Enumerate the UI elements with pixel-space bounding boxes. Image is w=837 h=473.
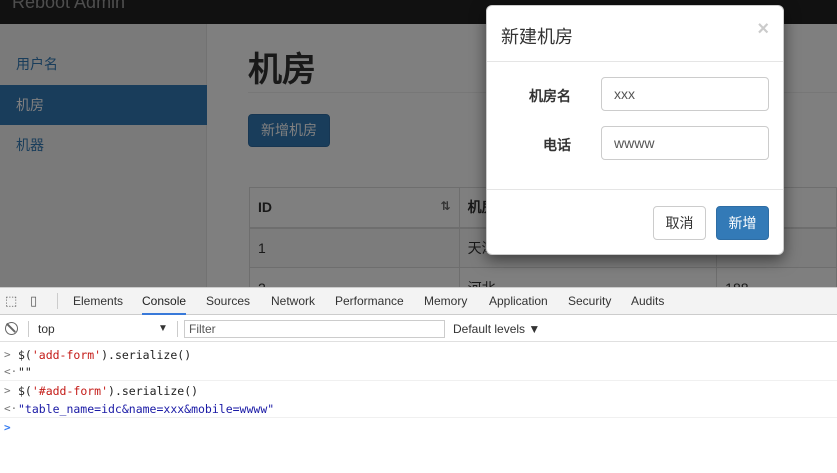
close-icon[interactable]: × [757,19,769,39]
code-suffix: ).serialize() [101,348,192,362]
code-string: '#add-form' [31,384,109,398]
modal-header: 新建机房 × [487,6,783,62]
tab-memory[interactable]: Memory [424,288,467,315]
cancel-button[interactable]: 取消 [653,206,706,240]
code-prefix: $( [18,348,32,362]
toolbar-divider [177,321,178,337]
output-arrow-icon: <· [4,402,18,415]
modal-title: 新建机房 [501,27,573,47]
phone-input[interactable] [601,126,769,160]
tab-application[interactable]: Application [489,288,548,315]
console-filter-input[interactable] [184,320,445,338]
tab-elements[interactable]: Elements [73,288,123,315]
submit-button[interactable]: 新增 [716,206,769,240]
devtools-panel: ⬚ ▯ Elements Console Sources Network Per… [0,287,837,473]
output-arrow-icon: <· [4,365,18,378]
devtools-tab-bar: ⬚ ▯ Elements Console Sources Network Per… [0,288,837,315]
console-code: $('#add-form').serialize() [18,382,198,400]
chevron-down-icon: ▼ [528,322,541,336]
console-input-line[interactable]: > $('#add-form').serialize() [0,382,837,400]
chevron-down-icon[interactable]: ▼ [158,321,168,337]
code-prefix: $( [18,384,32,398]
context-selector[interactable]: top [38,321,174,337]
device-toolbar-icon[interactable]: ▯ [30,294,37,308]
console-output-line: <· "table_name=idc&name=xxx&mobile=wwww" [0,400,837,418]
input-prompt-icon: > [4,348,11,361]
phone-label: 电话 [543,137,571,153]
tab-sources[interactable]: Sources [206,288,250,315]
log-levels-dropdown[interactable]: Default levels ▼ [453,321,540,337]
new-idc-modal: 新建机房 × 机房名 电话 取消 新增 [486,5,784,255]
modal-footer: 取消 新增 [487,189,783,255]
console-output-line: <· "" [0,363,837,381]
tab-audits[interactable]: Audits [631,288,664,315]
tab-security[interactable]: Security [568,288,611,315]
tab-console[interactable]: Console [142,288,187,315]
console-toolbar: top ▼ Default levels ▼ [0,316,837,342]
code-suffix: ).serialize() [108,384,199,398]
console-result: "table_name=idc&name=xxx&mobile=wwww" [18,402,275,416]
console-prompt-line[interactable]: > [0,419,837,437]
idc-name-input[interactable] [601,77,769,111]
toolbar-divider [57,293,58,309]
prompt-chevron-icon: > [4,421,11,434]
toolbar-divider [28,321,29,337]
tab-performance[interactable]: Performance [335,288,404,315]
code-string: 'add-form' [31,348,102,362]
inspect-element-icon[interactable]: ⬚ [5,294,17,308]
clear-console-icon[interactable] [5,322,18,335]
console-input-line[interactable]: > $('add-form').serialize() [0,346,837,364]
console-code: $('add-form').serialize() [18,346,191,364]
idc-name-label: 机房名 [529,88,571,104]
app-page: Reboot Admin 用户名 机房 机器 机房 新增机房 ID⇅ 机房 1 … [0,0,837,287]
input-prompt-icon: > [4,384,11,397]
log-levels-label: Default levels [453,322,526,336]
console-result: "" [18,365,32,379]
tab-network[interactable]: Network [271,288,315,315]
